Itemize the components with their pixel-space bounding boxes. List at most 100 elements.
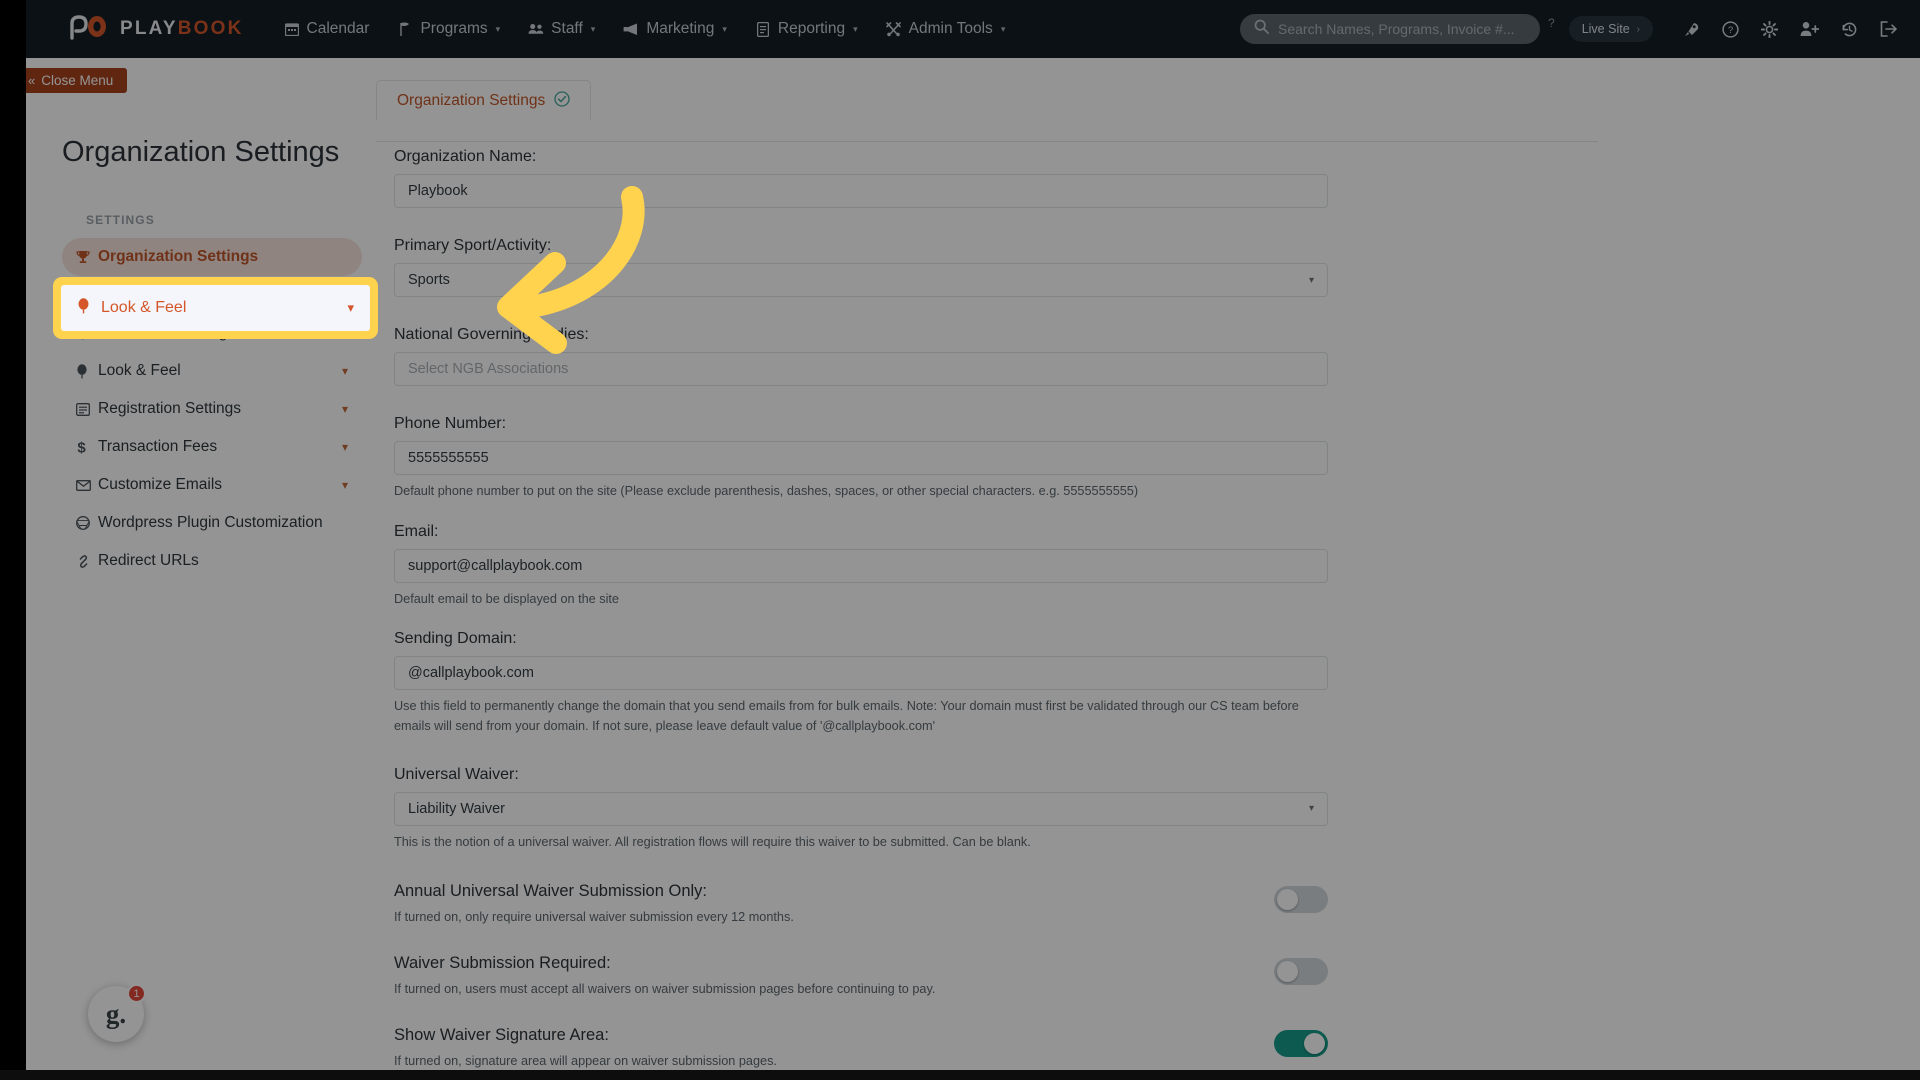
chevron-down-icon: ▾ — [341, 364, 348, 378]
top-navigation-bar: PLAYBOOK Calendar Programs ▾ Staff ▾ Mar… — [0, 0, 1920, 58]
sidebar-item-label: Organization Settings — [98, 248, 259, 265]
chevron-down-icon: ▾ — [590, 23, 596, 34]
tab-label: Organization Settings — [397, 91, 546, 109]
sidebar-item-label: Registration Settings — [98, 400, 242, 417]
tab-organization-settings[interactable]: Organization Settings — [376, 80, 592, 120]
nav-item-marketing[interactable]: Marketing ▾ — [623, 20, 727, 38]
show-waiver-signature-area-toggle[interactable] — [1274, 1030, 1328, 1058]
field-primary-sport: Primary Sport/Activity: Sports ▾ — [394, 237, 1376, 297]
input-value: 5555555555 — [408, 450, 489, 466]
sidebar-item-look-and-feel[interactable]: Look & Feel ▾ — [62, 352, 362, 390]
tab-strip: Organization Settings — [376, 80, 1598, 142]
nav-label: Programs — [420, 20, 488, 37]
chevron-down-icon: ▾ — [341, 402, 348, 416]
logout-icon[interactable] — [1880, 21, 1898, 37]
chevron-down-icon: ▾ — [722, 23, 727, 34]
chat-support-widget[interactable]: g. 1 — [88, 984, 146, 1042]
field-label: Primary Sport/Activity: — [394, 237, 552, 254]
nav-item-calendar[interactable]: Calendar — [284, 20, 370, 38]
form-icon — [76, 402, 98, 416]
sidebar-item-transaction-fees[interactable]: $ Transaction Fees ▾ — [62, 428, 362, 466]
primary-sport-select[interactable]: Sports ▾ — [394, 263, 1328, 297]
field-label: Phone Number: — [394, 415, 507, 432]
trophy-icon — [76, 250, 98, 264]
nav-item-reporting[interactable]: Reporting ▾ — [755, 20, 858, 38]
flag-icon — [397, 21, 413, 37]
sidebar-item-label: Redirect URLs — [98, 552, 199, 569]
waiver-submission-required-toggle[interactable] — [1274, 958, 1328, 986]
organization-settings-form: Organization Name: Playbook Primary Spor… — [376, 148, 1376, 1068]
field-label: Sending Domain: — [394, 630, 517, 648]
chevron-down-icon: ▾ — [347, 300, 354, 315]
phone-number-input[interactable]: 5555555555 — [394, 441, 1328, 475]
ngb-associations-input[interactable]: Select NGB Associations — [394, 352, 1328, 386]
sidebar-item-wordpress-plugin-customization[interactable]: Wordpress Plugin Customization — [62, 504, 362, 542]
chevron-down-icon: ▾ — [1308, 803, 1314, 815]
close-menu-label: Close Menu — [41, 73, 114, 88]
rocket-icon[interactable] — [1683, 21, 1700, 38]
chat-widget-glyph: g. — [105, 998, 127, 1029]
select-value: Sports — [408, 272, 450, 288]
chevron-down-icon: ▾ — [495, 23, 501, 34]
sidebar-item-redirect-urls[interactable]: Redirect URLs — [62, 542, 362, 580]
toggle-knob — [1277, 961, 1298, 983]
sidebar-item-registration-settings[interactable]: Registration Settings ▾ — [62, 390, 362, 428]
sidebar-item-label: Transaction Fees — [98, 438, 218, 455]
history-icon[interactable] — [1841, 21, 1858, 38]
check-circle-icon — [554, 90, 570, 111]
callout-inner[interactable]: Look & Feel ▾ — [61, 285, 370, 331]
nav-label: Calendar — [306, 20, 370, 37]
universal-waiver-select[interactable]: Liability Waiver ▾ — [394, 791, 1328, 826]
sidebar-item-customize-emails[interactable]: Customize Emails ▾ — [62, 466, 362, 504]
tools-icon — [886, 21, 902, 37]
nav-label: Staff — [551, 20, 583, 37]
chevron-down-icon: ▾ — [1000, 23, 1006, 34]
live-site-label: Live Site — [1581, 22, 1630, 36]
left-edge-bar — [0, 0, 26, 1080]
nav-item-admin-tools[interactable]: Admin Tools ▾ — [886, 20, 1006, 38]
chevron-right-icon: › — [1636, 23, 1640, 35]
help-circle-icon[interactable]: ? — [1722, 20, 1739, 38]
tab-underline — [376, 141, 1598, 142]
top-nav-icon-group: ? — [1683, 20, 1898, 38]
toggle-row-annual-universal-waiver: Annual Universal Waiver Submission Only:… — [394, 882, 1328, 924]
logo-text-play: PLAY — [120, 18, 178, 39]
playbook-logo[interactable]: PLAYBOOK — [68, 14, 244, 44]
nav-label: Marketing — [646, 20, 715, 37]
sidebar-section-label: SETTINGS — [86, 213, 155, 227]
wordpress-icon — [76, 516, 98, 530]
toggle-knob — [1277, 889, 1298, 911]
chevron-down-icon: ▾ — [1308, 274, 1314, 286]
toggle-label: Show Waiver Signature Area: — [394, 1026, 609, 1045]
sidebar-item-organization-settings[interactable]: Organization Settings — [62, 238, 362, 276]
input-value: @callplaybook.com — [408, 665, 534, 682]
nav-item-staff[interactable]: Staff ▾ — [528, 20, 595, 38]
global-search[interactable]: Search Names, Programs, Invoice #... — [1240, 14, 1541, 44]
field-help-text: This is the notion of a universal waiver… — [394, 834, 1031, 849]
gear-icon[interactable] — [1761, 20, 1778, 38]
add-user-icon[interactable] — [1800, 21, 1819, 37]
live-site-button[interactable]: Live Site › — [1568, 16, 1653, 42]
help-question-icon[interactable]: ? — [1548, 16, 1555, 30]
calendar-icon — [284, 21, 300, 37]
chevron-down-icon: ▾ — [341, 478, 348, 492]
field-universal-waiver: Universal Waiver: Liability Waiver ▾ Thi… — [394, 766, 1376, 853]
organization-name-input[interactable]: Playbook — [394, 174, 1328, 208]
annual-universal-waiver-submission-only-toggle[interactable] — [1274, 886, 1328, 914]
field-phone-number: Phone Number: 5555555555 Default phone n… — [394, 415, 1376, 502]
chevron-down-icon: ▾ — [341, 440, 348, 454]
nav-item-programs[interactable]: Programs ▾ — [397, 20, 500, 38]
sidebar-item-label: Customize Emails — [98, 476, 223, 493]
bottom-edge-bar — [0, 1070, 1920, 1080]
close-menu-button[interactable]: « Close Menu — [18, 68, 128, 93]
toggle-help-text: If turned on, only require universal wai… — [394, 910, 794, 925]
field-help-text: Default phone number to put on the site … — [394, 484, 1139, 498]
email-input[interactable]: support@callplaybook.com — [394, 548, 1328, 583]
playbook-logo-icon — [68, 14, 110, 44]
callout-label: Look & Feel — [101, 299, 187, 316]
toggle-row-show-waiver-signature-area: Show Waiver Signature Area: If turned on… — [394, 1026, 1328, 1068]
primary-nav: Calendar Programs ▾ Staff ▾ Marketing ▾ … — [284, 20, 1006, 38]
field-national-governing-bodies: National Governing Bodies: Select NGB As… — [394, 326, 1376, 386]
sending-domain-input[interactable]: @callplaybook.com — [394, 656, 1328, 691]
callout-highlight-look-and-feel[interactable]: Look & Feel ▾ — [53, 277, 378, 339]
